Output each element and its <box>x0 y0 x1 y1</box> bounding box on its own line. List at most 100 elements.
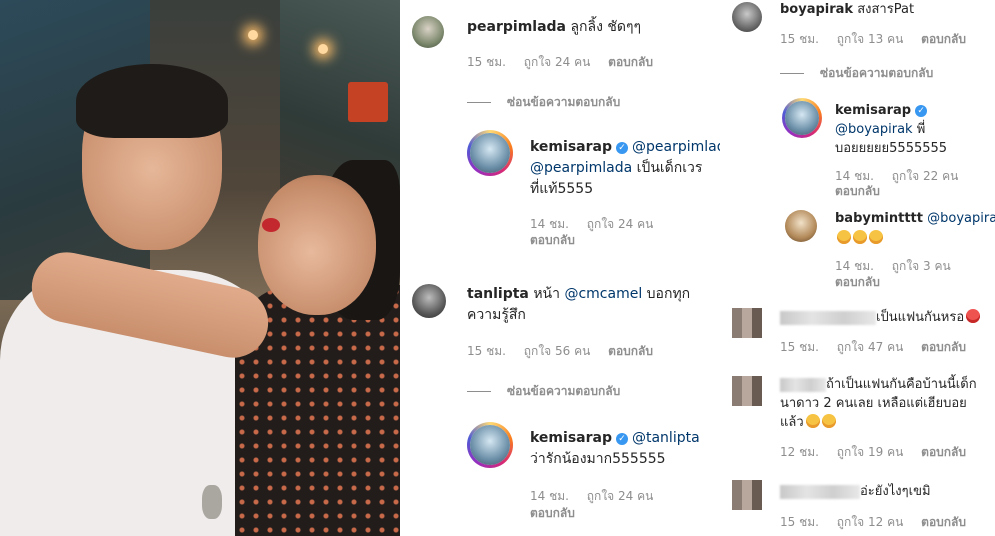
mention-link[interactable]: @boyapirak <box>835 122 913 137</box>
like-count[interactable]: ถูกใจ 19 คน <box>837 445 904 459</box>
comment-text-line: ความรู้สึก <box>467 307 526 323</box>
reply-meta: ตอบกลับ <box>835 183 894 199</box>
reply-meta: 14 ชม. ถูกใจ 3 คน <box>835 258 965 274</box>
censored-username <box>780 484 860 499</box>
mention-link[interactable]: @pearpimlada <box>632 139 720 155</box>
avatar[interactable] <box>412 284 446 318</box>
reply-text: kemisarap ✓ <box>835 100 931 121</box>
username[interactable]: tanlipta <box>467 286 529 302</box>
reply-meta: ตอบกลับ <box>530 505 589 521</box>
reply-text-line: @boyapirak พี่ <box>835 122 926 137</box>
avatar[interactable] <box>785 210 817 242</box>
timestamp: 14 ชม. <box>530 217 569 231</box>
timestamp: 14 ชม. <box>835 169 874 183</box>
username[interactable]: pearpimlada <box>467 19 566 35</box>
hide-replies-button[interactable]: ซ่อนข้อความตอบกลับ <box>467 93 620 112</box>
comment-body: เป็นแฟนกันหรอ <box>876 310 965 325</box>
post-photo <box>0 0 400 536</box>
reply-meta: ตอบกลับ <box>835 274 894 290</box>
username[interactable]: kemisarap <box>530 139 612 155</box>
comment-text: boyapirak สงสารPat <box>780 0 914 20</box>
like-count[interactable]: ถูกใจ 47 คน <box>837 340 904 354</box>
comment-text: tanlipta หน้า @cmcamel บอกทุก <box>467 286 691 302</box>
comment-meta: 15 ชม. ถูกใจ 56 คน ตอบกลับ <box>467 343 667 359</box>
reply-text-line: บอยยยยย5555555 <box>835 141 948 156</box>
mention-link[interactable]: @tanlipta <box>632 430 700 446</box>
reply-meta: 14 ชม. ถูกใจ 24 คน <box>530 216 667 232</box>
mention-link[interactable]: @cmcamel <box>564 286 642 302</box>
censored-username <box>780 310 876 325</box>
username[interactable]: boyapirak <box>780 2 853 17</box>
woman-lips <box>262 218 280 232</box>
like-count[interactable]: ถูกใจ 24 คน <box>587 217 654 231</box>
like-count[interactable]: ถูกใจ 24 คน <box>524 55 591 69</box>
lamp-light <box>248 30 258 40</box>
timestamp: 12 ชม. <box>780 445 819 459</box>
like-count[interactable]: ถูกใจ 56 คน <box>524 344 591 358</box>
comment-text: ถ้าเป็นแฟนกันคือบ้านนี้เด็ก <box>780 374 977 395</box>
timestamp: 15 ชม. <box>780 515 819 529</box>
reply-text-line: ที่แท้5555 <box>530 181 594 197</box>
comment-body: ลูกลิ้ง ชัดๆๆ <box>570 19 642 35</box>
timestamp: 14 ชม. <box>835 259 874 273</box>
laughing-emoji-icon <box>821 414 836 428</box>
reply-button[interactable]: ตอบกลับ <box>530 506 575 520</box>
reply-text: kemisarap✓ @pearpimlada <box>530 137 720 158</box>
mention-link[interactable]: @boyapirak <box>927 211 995 226</box>
reply-text: kemisarap ✓ @tanlipta <box>530 428 700 449</box>
avatar[interactable] <box>467 130 513 176</box>
comment-meta: 15 ชม. ถูกใจ 12 คน ตอบกลับ <box>780 514 980 530</box>
like-count[interactable]: ถูกใจ 12 คน <box>837 515 904 529</box>
censored-username <box>780 377 826 392</box>
hide-replies-button[interactable]: ซ่อนข้อความตอบกลับ <box>780 64 933 83</box>
like-count[interactable]: ถูกใจ 24 คน <box>587 489 654 503</box>
like-count[interactable]: ถูกใจ 22 คน <box>892 169 959 183</box>
username[interactable]: kemisarap <box>835 103 911 118</box>
reply-button[interactable]: ตอบกลับ <box>608 55 653 69</box>
reply-button[interactable]: ตอบกลับ <box>921 515 966 529</box>
reply-button[interactable]: ตอบกลับ <box>921 32 966 46</box>
username[interactable]: kemisarap <box>530 430 612 446</box>
reply-meta: ตอบกลับ <box>530 232 589 248</box>
verified-badge-icon: ✓ <box>915 105 928 117</box>
censored-avatar[interactable] <box>732 308 762 338</box>
woman-face <box>258 175 376 315</box>
reply-button[interactable]: ตอบกลับ <box>530 233 575 247</box>
reply-meta: 14 ชม. ถูกใจ 22 คน <box>835 168 972 184</box>
reply-button[interactable]: ตอบกลับ <box>835 275 880 289</box>
comment-body: ถ้าเป็นแฟนกันคือบ้านนี้เด็ก <box>826 377 977 392</box>
reply-text-line: ว่ารักน้องมาก555555 <box>530 451 666 467</box>
reply-text-line: @pearpimlada เป็นเด็กเวร <box>530 160 703 176</box>
hide-replies-button[interactable]: ซ่อนข้อความตอบกลับ <box>467 382 620 401</box>
censored-avatar[interactable] <box>732 376 762 406</box>
username[interactable]: babymintttt <box>835 211 923 226</box>
avatar[interactable] <box>467 422 513 468</box>
timestamp: 15 ชม. <box>467 344 506 358</box>
reply-button[interactable]: ตอบกลับ <box>921 445 966 459</box>
heart-eyes-emoji-icon <box>966 309 981 323</box>
reply-button[interactable]: ตอบกลับ <box>835 184 880 198</box>
lamp-light <box>318 44 328 54</box>
comment-text: pearpimlada ลูกลิ้ง ชัดๆๆ <box>467 17 641 38</box>
comment-body: อ่ะยังไงๆเขมิ <box>860 484 931 499</box>
verified-badge-icon: ✓ <box>615 142 628 154</box>
comment-meta: 15 ชม. ถูกใจ 47 คน ตอบกลับ <box>780 339 980 355</box>
reply-meta: 14 ชม. ถูกใจ 24 คน <box>530 488 667 504</box>
avatar[interactable] <box>732 2 762 32</box>
like-count[interactable]: ถูกใจ 3 คน <box>892 259 951 273</box>
emoji-row <box>835 228 883 249</box>
comment-text-line: นาดาว 2 คนเลย เหลือแต่เฮียบอย <box>780 396 967 411</box>
comments-column-2: boyapirak สงสารPat 15 ชม. ถูกใจ 13 คน ตอ… <box>722 0 995 536</box>
laughing-emoji-icon <box>869 230 883 244</box>
avatar[interactable] <box>782 98 822 138</box>
reply-button[interactable]: ตอบกลับ <box>608 344 653 358</box>
reply-button[interactable]: ตอบกลับ <box>921 340 966 354</box>
comment-text-line: แล้ว <box>780 412 836 433</box>
avatar[interactable] <box>412 16 444 48</box>
comment-text: อ่ะยังไงๆเขมิ <box>780 481 931 502</box>
man-hair <box>76 64 228 138</box>
censored-avatar[interactable] <box>732 480 762 510</box>
laughing-emoji-icon <box>805 414 820 428</box>
like-count[interactable]: ถูกใจ 13 คน <box>837 32 904 46</box>
comment-text: เป็นแฟนกันหรอ <box>780 307 981 328</box>
